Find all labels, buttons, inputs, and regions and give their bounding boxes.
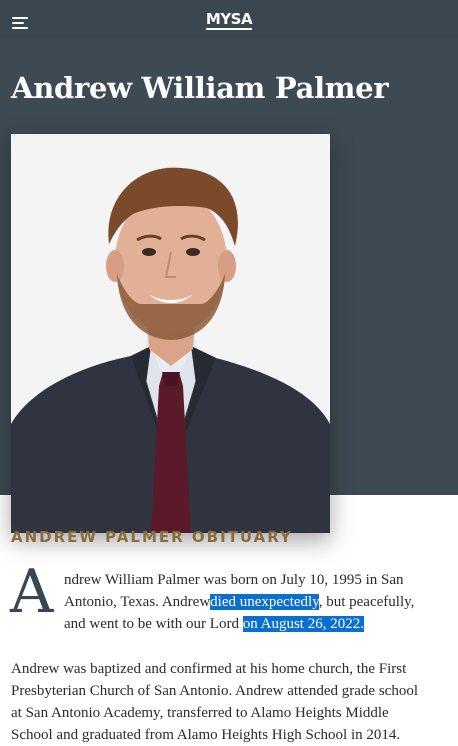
highlighted-text-death-date[interactable]: on August 26, 2022. [242,616,364,632]
intro-line-2a: Antonio, Texas. Andrew [64,594,211,610]
highlighted-text-died-unexpectedly[interactable]: died unexpectedly [210,594,319,610]
logo-text: MYSA [205,10,253,30]
obituary-second-paragraph: Andrew was baptized and confirmed at his… [11,658,451,746]
intro-line-3a: and went to be with our Lord [64,616,239,632]
obituary-photo [11,134,330,533]
intro-line-1: ndrew William Palmer was born on July 10… [64,572,404,588]
intro-line-2b: , but peacefully, [318,594,415,610]
obituary-intro-paragraph: ndrew William Palmer was born on July 10… [64,569,450,635]
page-title: Andrew William Palmer [11,71,389,105]
paragraph2-line-2: Presbyterian Church of San Antonio. Andr… [11,683,418,699]
paragraph2-line-1: Andrew was baptized and confirmed at his… [11,661,407,677]
drop-cap-letter: A [10,557,54,627]
paragraph2-line-3: at San Antonio Academy, transferred to A… [11,705,389,721]
obituary-section-label: ANDREW PALMER OBITUARY [11,528,293,546]
portrait-image [11,134,330,533]
paragraph2-line-4: School and graduated from Alamo Heights … [11,727,401,743]
top-nav-bar: MYSA [0,0,458,38]
site-logo[interactable]: MYSA [0,10,458,30]
